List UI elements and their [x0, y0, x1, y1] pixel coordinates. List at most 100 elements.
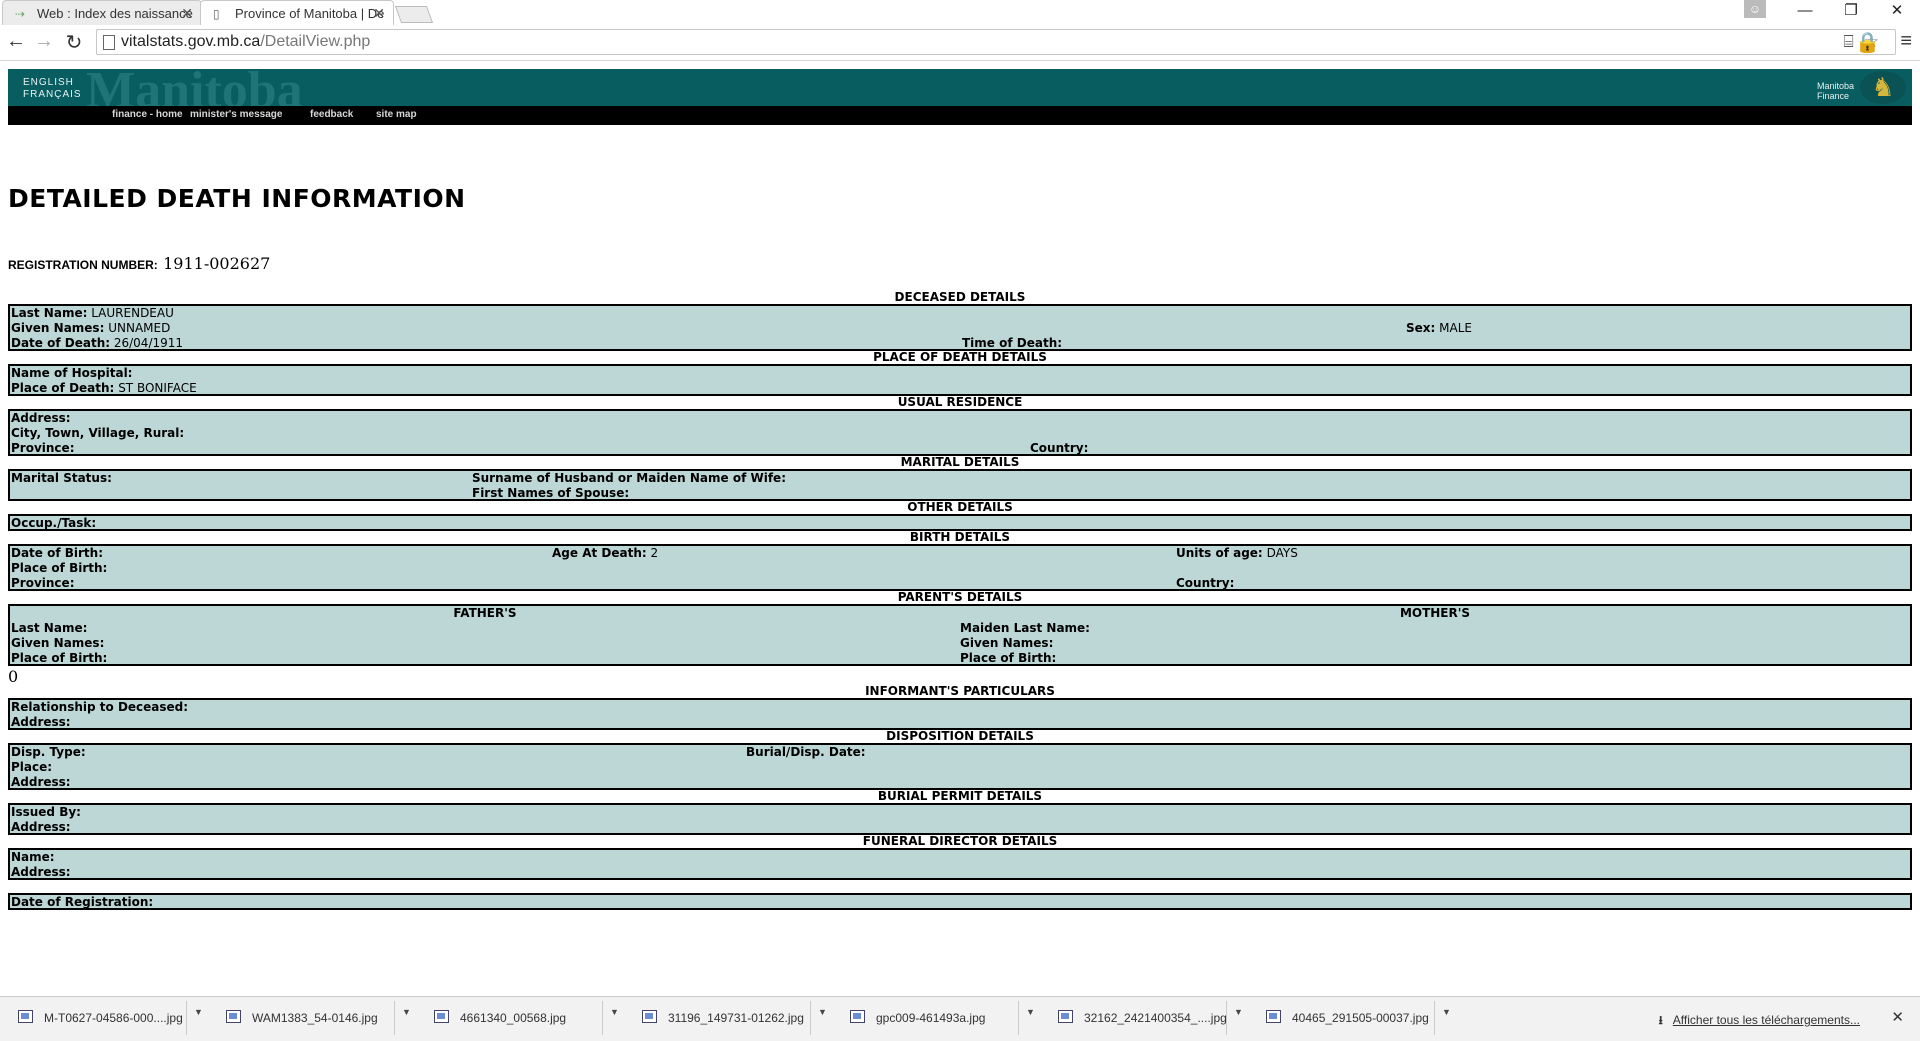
image-file-icon — [850, 1010, 865, 1023]
time-of-death-label: Time of Death: — [962, 336, 1063, 350]
residence-country-label: Country: — [1030, 441, 1089, 455]
bison-logo-icon[interactable]: ♞ — [1860, 71, 1906, 104]
given-names-label: Given Names: — [11, 321, 105, 335]
web-page-icon: ⇢ — [15, 7, 26, 21]
sex-label: Sex: — [1406, 321, 1436, 335]
burial-date-label: Burial/Disp. Date: — [746, 745, 866, 759]
url-path: /DetailView.php — [260, 33, 371, 50]
birth-province-label: Province: — [11, 576, 75, 590]
funeral-address-row: Address: — [11, 865, 71, 879]
father-given-names-row: Given Names: — [11, 636, 104, 650]
occupation-row: Occup./Task: — [11, 516, 96, 530]
registration-date-row: Date of Registration: — [11, 895, 153, 909]
page-info-icon[interactable] — [103, 35, 115, 50]
last-name-row: Last Name: LAURENDEAU — [11, 306, 174, 320]
residence-province-label: Province: — [11, 441, 75, 455]
occupation-label: Occup./Task: — [11, 516, 97, 530]
nav-ministers-message[interactable]: minister's message — [190, 109, 282, 120]
dropdown-arrow-icon[interactable]: ▼ — [610, 1007, 619, 1017]
download-item[interactable]: M-T0627-04586-000....jpg ▼ — [4, 1001, 210, 1035]
birth-details-box: Date of Birth: Age At Death: 2 Units of … — [8, 544, 1912, 591]
place-of-death-row: Place of Death: ST BONIFACE — [11, 381, 197, 395]
menu-icon[interactable]: ≡ — [1900, 30, 1912, 53]
place-of-birth-row: Place of Birth: — [11, 561, 107, 575]
download-item[interactable]: 4661340_00568.jpg ▼ — [420, 1001, 626, 1035]
download-item[interactable]: 31196_149731-01262.jpg ▼ — [628, 1001, 834, 1035]
birth-province-row: Province: — [11, 576, 75, 590]
download-filename: gpc009-461493a.jpg — [876, 1011, 986, 1025]
reload-icon[interactable]: ↻ — [62, 30, 86, 55]
spouse-first-names-row: First Names of Spouse: — [472, 486, 629, 500]
parents-details-box: FATHER'S MOTHER'S Last Name: Given Names… — [8, 604, 1912, 666]
residence-address-label: Address: — [11, 411, 71, 425]
units-of-age-label: Units of age: — [1176, 546, 1263, 560]
extension-icon[interactable]: 🔒 — [1855, 30, 1880, 55]
image-file-icon — [18, 1010, 33, 1023]
mother-maiden-name-label: Maiden Last Name: — [960, 621, 1090, 635]
download-item[interactable]: 40465_291505-00037.jpg ▼ — [1252, 1001, 1458, 1035]
permit-address-label: Address: — [11, 820, 71, 834]
parents-details-title: PARENT'S DETAILS — [897, 590, 1023, 604]
divider — [394, 1001, 395, 1035]
tab-label: Web : Index des naissance — [37, 6, 193, 21]
dropdown-arrow-icon[interactable]: ▼ — [402, 1007, 411, 1017]
burial-permit-box: Issued By: Address: — [8, 803, 1912, 835]
nav-feedback[interactable]: feedback — [310, 109, 353, 120]
download-filename: M-T0627-04586-000....jpg — [44, 1011, 183, 1025]
disposition-title: DISPOSITION DETAILS — [886, 729, 1034, 743]
registration-box: Date of Registration: — [8, 893, 1912, 910]
profile-icon[interactable]: ☺ — [1744, 0, 1766, 18]
address-bar[interactable]: vitalstats.gov.mb.ca/DetailView.php ⌸☆ — [96, 29, 1896, 55]
language-switcher: ENGLISH FRANÇAIS — [23, 77, 82, 101]
new-tab-button[interactable] — [394, 6, 434, 23]
tab-manitoba[interactable]: ▯ Province of Manitoba | De ✕ — [200, 0, 394, 25]
nav-site-map[interactable]: site map — [376, 109, 417, 120]
residence-province-row: Province: — [11, 441, 75, 455]
back-icon[interactable]: ← — [4, 30, 28, 53]
site-banner: ENGLISH FRANÇAIS Manitoba Manitoba Finan… — [8, 69, 1912, 106]
download-item[interactable]: WAM1383_54-0146.jpg ▼ — [212, 1001, 418, 1035]
download-item[interactable]: 32162_2421400354_....jpg ▼ — [1044, 1001, 1250, 1035]
forward-icon[interactable]: → — [32, 30, 56, 53]
close-downloads-icon[interactable]: ✕ — [1891, 1008, 1904, 1026]
download-arrow-icon: ⭳ — [1658, 1013, 1663, 1027]
close-window-icon[interactable]: ✕ — [1874, 0, 1920, 24]
close-tab-icon[interactable]: ✕ — [181, 5, 193, 22]
nav-finance-home[interactable]: finance - home — [112, 109, 183, 120]
divider — [810, 1001, 811, 1035]
download-filename: 40465_291505-00037.jpg — [1292, 1011, 1429, 1025]
mother-given-names-row: Given Names: — [960, 636, 1053, 650]
download-filename: 4661340_00568.jpg — [460, 1011, 567, 1025]
spouse-surname-label: Surname of Husband or Maiden Name of Wif… — [472, 471, 786, 485]
relationship-label: Relationship to Deceased: — [11, 700, 189, 714]
minimize-icon[interactable]: — — [1782, 0, 1828, 24]
browser-toolbar: ← → ↻ vitalstats.gov.mb.ca/DetailView.ph… — [0, 26, 1920, 61]
lang-english-link[interactable]: ENGLISH — [23, 77, 82, 89]
close-tab-icon[interactable]: ✕ — [373, 5, 385, 22]
place-of-death-label: Place of Death: — [11, 381, 115, 395]
restore-icon[interactable]: ❐ — [1828, 0, 1874, 24]
tab-index-naissances[interactable]: ⇢ Web : Index des naissance ✕ — [2, 0, 202, 25]
dropdown-arrow-icon[interactable]: ▼ — [818, 1007, 827, 1017]
dropdown-arrow-icon[interactable]: ▼ — [1442, 1007, 1451, 1017]
sex-row: Sex: MALE — [1406, 321, 1472, 335]
dropdown-arrow-icon[interactable]: ▼ — [1026, 1007, 1035, 1017]
usual-residence-box: Address: City, Town, Village, Rural: Pro… — [8, 409, 1912, 456]
lang-french-link[interactable]: FRANÇAIS — [23, 89, 82, 101]
url-host: vitalstats.gov.mb.ca — [121, 33, 261, 50]
show-all-downloads-link[interactable]: ⭳ Afficher tous les téléchargements... — [1659, 1011, 1860, 1032]
funeral-address-label: Address: — [11, 865, 71, 879]
spouse-surname-row: Surname of Husband or Maiden Name of Wif… — [472, 471, 786, 485]
dropdown-arrow-icon[interactable]: ▼ — [1234, 1007, 1243, 1017]
father-given-names-label: Given Names: — [11, 636, 105, 650]
date-of-death-row: Date of Death: 26/04/1911 — [11, 336, 183, 350]
relationship-row: Relationship to Deceased: — [11, 700, 188, 714]
issued-by-label: Issued By: — [11, 805, 81, 819]
download-item[interactable]: gpc009-461493a.jpg ▼ — [836, 1001, 1042, 1035]
other-details-title: OTHER DETAILS — [907, 500, 1013, 514]
father-place-of-birth-row: Place of Birth: — [11, 651, 107, 665]
dropdown-arrow-icon[interactable]: ▼ — [194, 1007, 203, 1017]
given-names-row: Given Names: UNNAMED — [11, 321, 170, 335]
residence-country-row: Country: — [1030, 441, 1088, 455]
divider — [1434, 1001, 1435, 1035]
